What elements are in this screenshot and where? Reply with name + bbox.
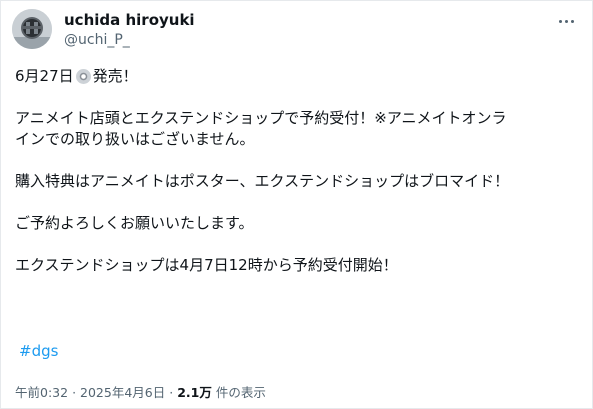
tweet-meta: 午前0:32 · 2025年4月6日 · 2.1万 件の表示 [15,382,266,401]
tweet-line-1: 6月27日 発売！ [15,66,585,87]
tweet-line-5: ご予約よろしくお願いいたします。 [15,214,254,232]
author-block: uchida hiroyuki @uchi_P_ [64,10,195,50]
post-time[interactable]: 午前0:32 [15,385,68,400]
views-label: 件の表示 [215,385,266,400]
views-count: 2.1万 [177,385,212,400]
tweet-line-4: 購入特典はアニメイトはポスター、エクステンドショップはブロマイド！ [15,172,510,190]
hashtag-link[interactable]: #dgs [19,342,58,360]
author-handle[interactable]: @uchi_P_ [64,30,195,50]
tweet-card: uchida hiroyuki @uchi_P_ 6月27日 発売！ アニメイト店… [0,0,593,409]
avatar-image [12,9,52,49]
more-options-icon[interactable] [554,11,578,31]
tweet-line-2: アニメイト店頭とエクステンドショップで予約受付！※アニメイトオンラ [15,109,507,127]
post-date[interactable]: 2025年4月6日 [80,385,165,400]
tweet-line-3: インでの取り扱いはございません。 [15,130,255,148]
release-date-text: 6月27日 [15,67,74,85]
tweet-line-6: エクステンドショップは4月7日12時から予約受付開始！ [15,256,398,274]
avatar[interactable] [12,9,52,49]
author-name[interactable]: uchida hiroyuki [64,10,195,30]
meta-separator: · [72,385,77,400]
release-text: 発売！ [92,67,138,85]
tweet-text: 6月27日 発売！ アニメイト店頭とエクステンドショップで予約受付！※アニメイトオ… [15,66,585,276]
cd-disc-icon [75,69,91,84]
meta-separator: · [169,385,174,400]
